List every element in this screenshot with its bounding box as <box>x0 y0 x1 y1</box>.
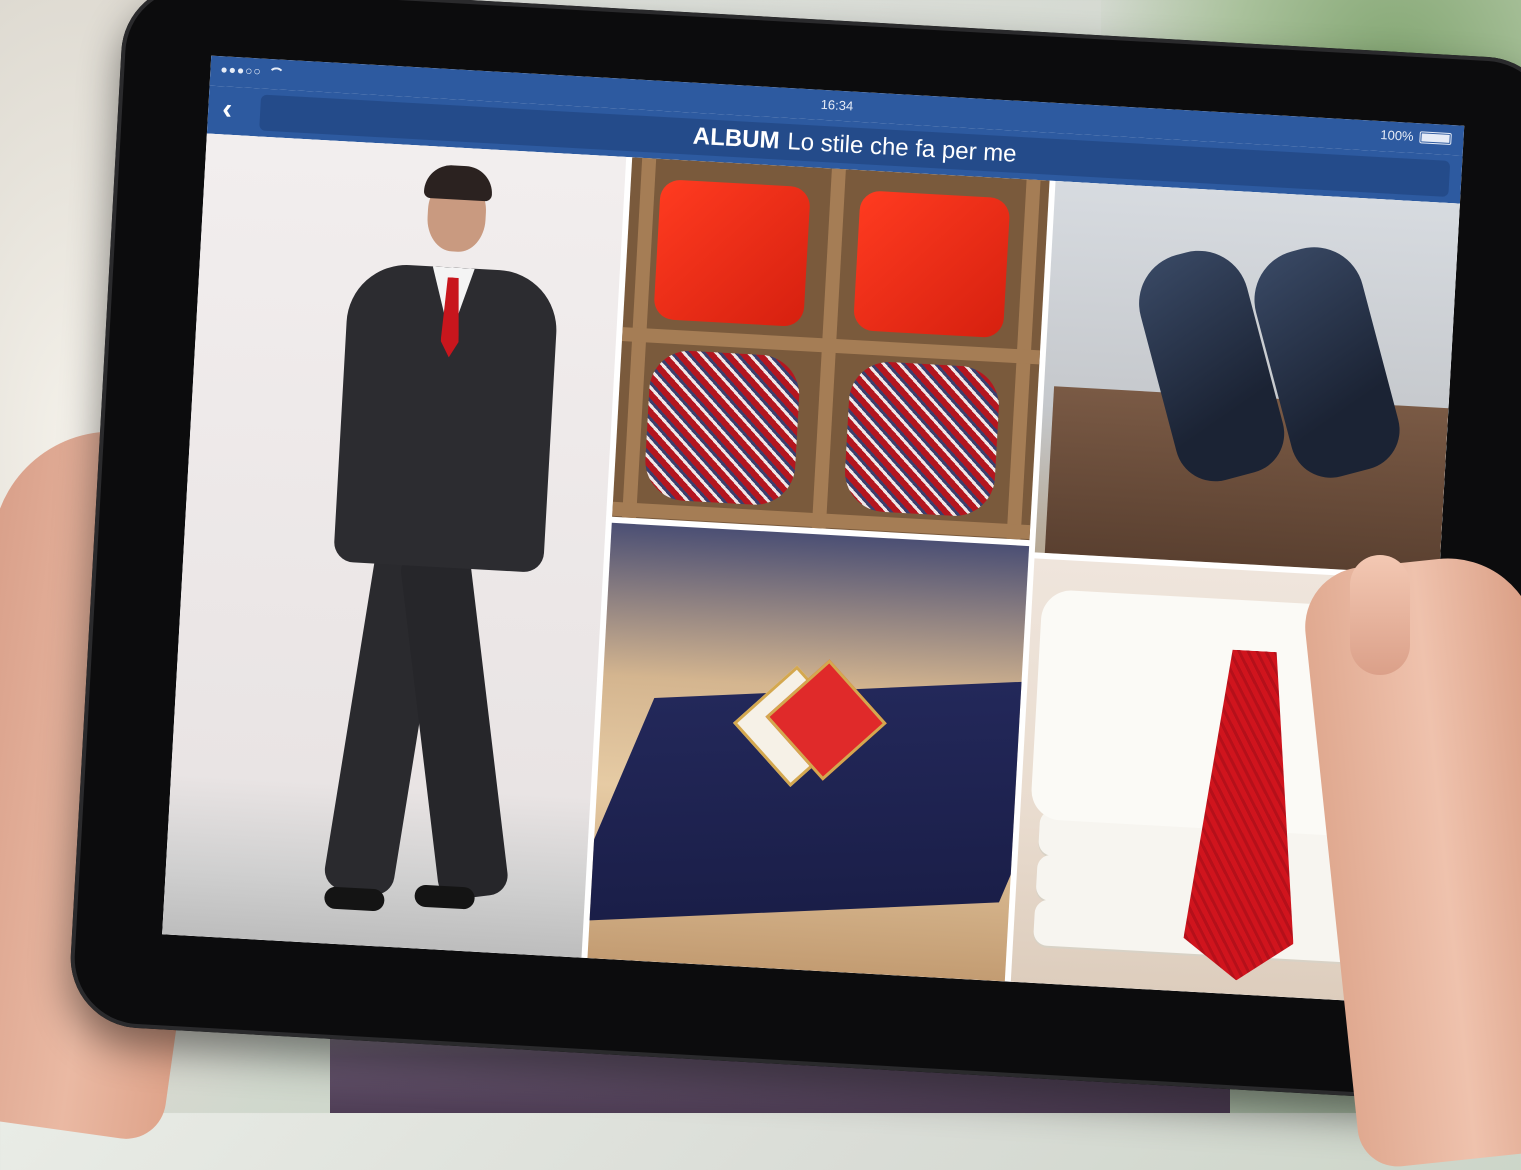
photo-detail <box>643 348 802 507</box>
title-album-label: ALBUM <box>692 122 781 155</box>
title-album-name: Lo stile che fa per me <box>786 127 1018 168</box>
right-thumb <box>1350 555 1410 675</box>
battery-percentage: 100% <box>1379 127 1415 144</box>
photo-detail <box>323 886 385 912</box>
photo-detail <box>423 163 494 202</box>
photo-ties[interactable] <box>612 157 1050 541</box>
back-button[interactable]: ‹ <box>221 92 251 126</box>
tablet-device: ●●●○○ 16:34 100% ‹ ALBUM Lo stile che fa … <box>66 0 1521 1105</box>
photo-detail <box>852 190 1011 339</box>
battery-level-fill <box>1421 132 1450 143</box>
photo-gallery <box>162 133 1460 1005</box>
photo-detail <box>414 884 476 910</box>
chevron-left-icon: ‹ <box>221 92 234 126</box>
photo-pin[interactable] <box>587 522 1030 982</box>
photo-detail <box>653 178 811 328</box>
tablet-screen: ●●●○○ 16:34 100% ‹ ALBUM Lo stile che fa … <box>162 55 1465 1005</box>
photo-shoes[interactable] <box>1034 181 1460 576</box>
photo-man-in-suit[interactable] <box>162 133 627 958</box>
battery-icon <box>1419 130 1452 145</box>
photo-detail <box>842 359 1002 519</box>
